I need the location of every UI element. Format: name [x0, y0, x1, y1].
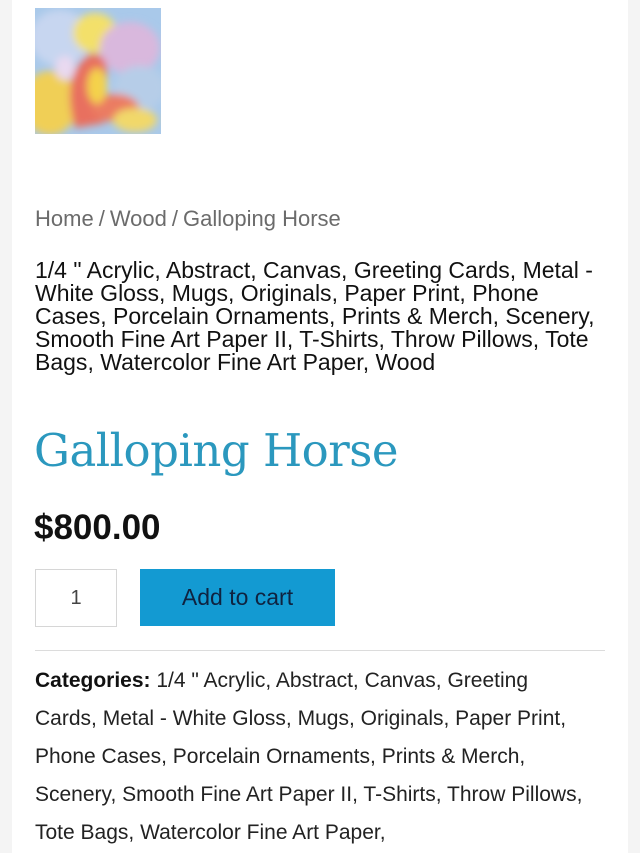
category-link[interactable]: Watercolor Fine Art Paper	[140, 821, 380, 844]
painting-image	[35, 8, 161, 134]
add-to-cart-button[interactable]: Add to cart	[140, 569, 335, 626]
category-link[interactable]: Abstract	[276, 669, 353, 692]
quantity-input[interactable]	[35, 569, 117, 627]
category-link[interactable]: Phone Cases	[35, 745, 161, 768]
breadcrumb-current: Galloping Horse	[183, 206, 341, 231]
category-link[interactable]: Mugs	[298, 707, 349, 730]
category-link[interactable]: Originals	[361, 707, 444, 730]
category-link[interactable]: Paper Print	[455, 707, 560, 730]
category-link[interactable]: Metal - White Gloss	[103, 707, 286, 730]
product-categories: Categories: 1/4 " Acrylic, Abstract, Can…	[35, 669, 583, 844]
category-link[interactable]: Throw Pillows	[447, 783, 577, 806]
category-link[interactable]: 1/4 " Acrylic	[156, 669, 265, 692]
breadcrumb-separator: /	[98, 206, 105, 231]
breadcrumb-separator: /	[171, 206, 179, 231]
product-image-thumbnail[interactable]	[35, 8, 161, 134]
breadcrumb-wood-link[interactable]: Wood	[110, 206, 167, 231]
product-tag-list: 1/4 " Acrylic, Abstract, Canvas, Greetin…	[35, 257, 595, 375]
tag-link[interactable]: Wood	[375, 349, 435, 375]
breadcrumb: Home / Wood / Galloping Horse	[35, 206, 341, 232]
divider	[35, 650, 605, 651]
category-link[interactable]: Tote Bags	[35, 821, 128, 844]
category-link[interactable]: Smooth Fine Art Paper II	[122, 783, 352, 806]
product-page: Home / Wood / Galloping Horse 1/4 " Acrylic,…	[12, 0, 628, 853]
tag-link[interactable]: Watercolor Fine Art Paper	[100, 349, 362, 375]
category-link[interactable]: Porcelain Ornaments	[173, 745, 370, 768]
breadcrumb-home-link[interactable]: Home	[35, 206, 94, 231]
category-link[interactable]: Prints & Merch	[382, 745, 520, 768]
product-price: $800.00	[34, 508, 161, 547]
category-link[interactable]: Canvas	[365, 669, 436, 692]
category-link[interactable]: Scenery	[35, 783, 110, 806]
category-link[interactable]: T-Shirts	[363, 783, 435, 806]
categories-label: Categories:	[35, 669, 151, 692]
product-title: Galloping Horse	[34, 424, 399, 477]
